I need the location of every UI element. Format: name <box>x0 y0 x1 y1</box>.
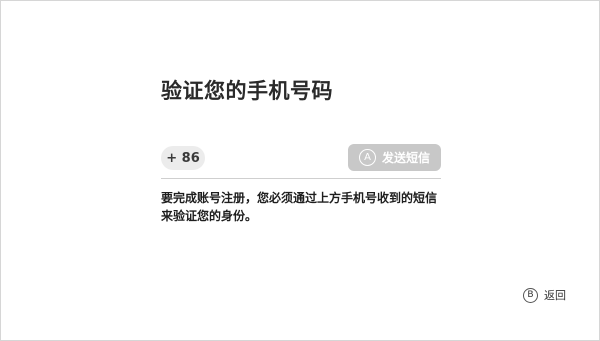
description-line-2: 来验证您的身份。 <box>161 209 258 223</box>
country-code-selector[interactable]: + 86 <box>161 146 205 170</box>
a-button-icon: A <box>358 149 376 166</box>
send-sms-label: 发送短信 <box>381 151 430 165</box>
country-code-label: + 86 <box>166 150 200 166</box>
back-button[interactable]: B 返回 <box>523 287 566 303</box>
b-button-icon: B <box>523 287 538 303</box>
verify-phone-screen: 验证您的手机号码 + 86 A 发送短信 要完成账号注册，您必须通过上方手机号收… <box>0 0 600 341</box>
description-line-1: 要完成账号注册，您必须通过上方手机号收到的短信 <box>161 191 438 205</box>
description-text: 要完成账号注册，您必须通过上方手机号收到的短信 来验证您的身份。 <box>161 189 461 225</box>
back-label: 返回 <box>544 289 566 302</box>
page-title: 验证您的手机号码 <box>161 79 333 103</box>
send-sms-button[interactable]: A 发送短信 <box>348 144 441 171</box>
phone-input-underline <box>161 178 441 179</box>
